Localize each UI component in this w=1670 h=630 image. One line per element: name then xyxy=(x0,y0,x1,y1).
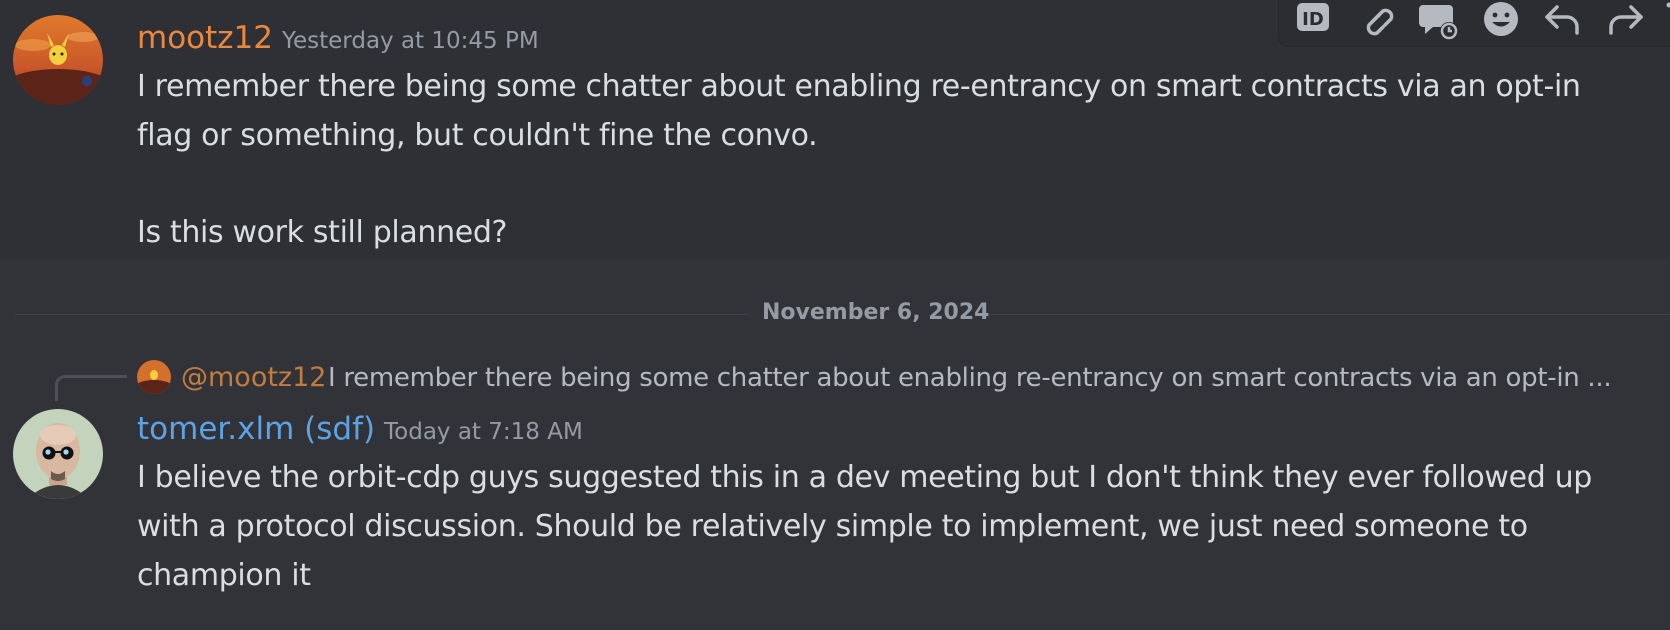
date-divider: November 6, 2024 xyxy=(762,300,990,325)
forward-icon[interactable] xyxy=(1603,1,1647,45)
reply-preview-text[interactable]: I remember there being some chatter abou… xyxy=(328,365,1638,392)
more-icon[interactable] xyxy=(1659,1,1670,45)
chat-viewport: mootz12 Yesterday at 10:45 PM I remember… xyxy=(0,0,1670,630)
message-mootz12[interactable]: mootz12 Yesterday at 10:45 PM I remember… xyxy=(0,0,1670,258)
bald-man-sunglasses-avatar-icon[interactable] xyxy=(13,409,103,499)
message-timestamp[interactable]: Today at 7:18 AM xyxy=(384,421,583,444)
message-text-line: Is this work still planned? xyxy=(137,215,508,250)
add-reaction-icon[interactable] xyxy=(1479,1,1523,45)
message-timestamp[interactable]: Yesterday at 10:45 PM xyxy=(282,30,539,53)
copy-id-icon[interactable]: ID xyxy=(1293,1,1337,45)
date-divider-line-left xyxy=(15,314,750,315)
message-author[interactable]: tomer.xlm (sdf) xyxy=(137,414,375,445)
pikachu-avatar-icon[interactable] xyxy=(13,15,103,105)
create-thread-icon[interactable] xyxy=(1417,1,1461,45)
message-text-line: flag or something, but couldn't fine the… xyxy=(137,118,818,153)
reply-spine xyxy=(55,375,127,401)
message-text-line: champion it xyxy=(137,558,311,593)
message-actions-toolbar: ID xyxy=(1278,0,1670,47)
date-divider-line-right xyxy=(988,314,1670,315)
message-text-line: with a protocol discussion. Should be re… xyxy=(137,509,1528,544)
copy-link-icon[interactable] xyxy=(1355,1,1399,45)
reply-avatar-icon[interactable] xyxy=(137,360,171,394)
reply-author[interactable]: @mootz12 xyxy=(181,364,326,391)
svg-text:ID: ID xyxy=(1302,9,1324,30)
reply-icon[interactable] xyxy=(1541,1,1585,45)
message-author[interactable]: mootz12 xyxy=(137,23,273,54)
message-text-line: I remember there being some chatter abou… xyxy=(137,69,1581,104)
message-text-line: I believe the orbit-cdp guys suggested t… xyxy=(137,460,1592,495)
